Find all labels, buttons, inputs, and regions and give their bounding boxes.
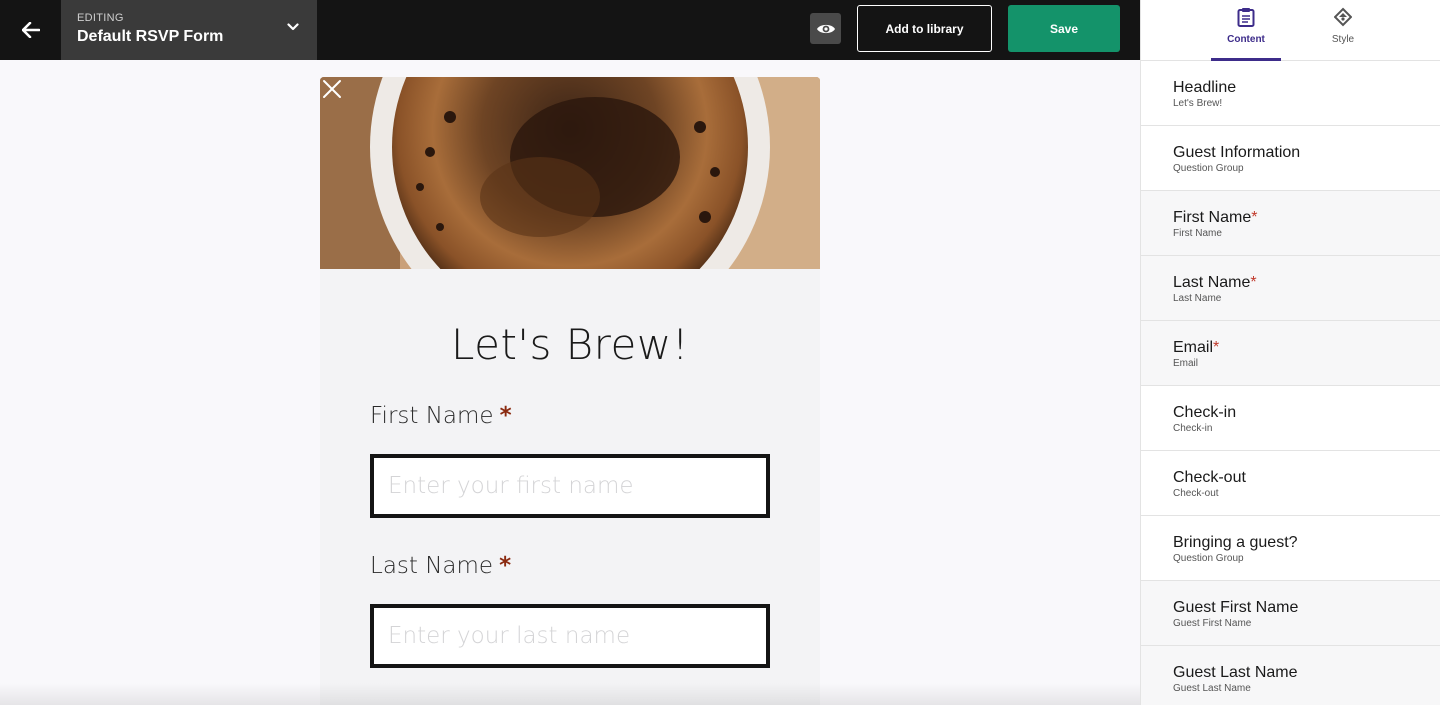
item-title-text: Email xyxy=(1173,339,1214,356)
rsvp-form-preview: Let's Brew! First Name* Last Name* xyxy=(320,77,820,705)
panel-item-guest-last-name[interactable]: Guest Last Name Guest Last Name xyxy=(1141,646,1440,705)
last-name-label-text: Last Name xyxy=(370,553,494,579)
panel-item-first-name[interactable]: First Name* First Name xyxy=(1141,191,1440,256)
item-subtitle: Last Name xyxy=(1173,293,1222,304)
panel-item-headline[interactable]: Headline Let's Brew! xyxy=(1141,61,1440,126)
close-icon[interactable] xyxy=(320,77,344,101)
item-title: Headline xyxy=(1173,79,1236,97)
item-title: Check-out xyxy=(1173,469,1246,487)
panel-item-check-out[interactable]: Check-out Check-out xyxy=(1141,451,1440,516)
palette-icon xyxy=(1334,7,1352,27)
tab-content-label: Content xyxy=(1227,34,1265,45)
clipboard-icon xyxy=(1237,8,1255,27)
save-button[interactable]: Save xyxy=(1008,5,1120,52)
item-title: Email* xyxy=(1173,339,1219,357)
item-title-text: Guest First Name xyxy=(1173,599,1299,616)
first-name-input[interactable] xyxy=(370,454,770,518)
item-title: Guest Information xyxy=(1173,144,1300,162)
panel-item-bringing-a-guest[interactable]: Bringing a guest? Question Group xyxy=(1141,516,1440,581)
first-name-label: First Name * xyxy=(370,403,512,429)
add-to-library-button[interactable]: Add to library xyxy=(857,5,992,52)
settings-panel: Content Style Headline Let's Brew! Guest… xyxy=(1140,0,1440,705)
item-title-text: First Name xyxy=(1173,209,1252,226)
item-title-text: Bringing a guest? xyxy=(1173,534,1298,551)
required-star: * xyxy=(1250,274,1257,291)
item-subtitle: Check-in xyxy=(1173,423,1213,434)
item-title: Last Name* xyxy=(1173,274,1257,292)
item-title-text: Check-out xyxy=(1173,469,1246,486)
item-subtitle: Let's Brew! xyxy=(1173,98,1223,109)
item-title-text: Guest Information xyxy=(1173,144,1301,161)
last-name-label: Last Name * xyxy=(370,553,511,579)
form-selector-dropdown[interactable]: EDITING Default RSVP Form xyxy=(61,0,317,60)
content-item-list: Headline Let's Brew! Guest Information Q… xyxy=(1141,61,1440,705)
last-name-input[interactable] xyxy=(370,604,770,668)
panel-item-check-in[interactable]: Check-in Check-in xyxy=(1141,386,1440,451)
item-title-text: Last Name xyxy=(1173,274,1251,291)
required-star: * xyxy=(1251,209,1258,226)
eye-icon xyxy=(816,24,835,33)
item-subtitle: Guest Last Name xyxy=(1173,683,1251,694)
item-title: Bringing a guest? xyxy=(1173,534,1298,552)
required-star: * xyxy=(1213,339,1220,356)
item-subtitle: First Name xyxy=(1173,228,1222,239)
top-bar: EDITING Default RSVP Form Add to library… xyxy=(0,0,1140,60)
form-headline: Let's Brew! xyxy=(450,320,690,369)
preview-button[interactable] xyxy=(810,13,841,44)
panel-item-last-name[interactable]: Last Name* Last Name xyxy=(1141,256,1440,321)
item-title: Guest Last Name xyxy=(1173,664,1298,682)
item-subtitle: Guest First Name xyxy=(1173,618,1252,629)
panel-item-guest-information[interactable]: Guest Information Question Group xyxy=(1141,126,1440,191)
first-name-label-text: First Name xyxy=(370,403,494,429)
panel-tabs: Content Style xyxy=(1141,0,1440,61)
panel-item-email[interactable]: Email* Email xyxy=(1141,321,1440,386)
item-title: First Name* xyxy=(1173,209,1257,227)
chevron-down-icon xyxy=(287,23,299,31)
item-subtitle: Email xyxy=(1173,358,1199,369)
editor-canvas: Let's Brew! First Name* Last Name* xyxy=(0,60,1140,705)
item-subtitle: Check-out xyxy=(1173,488,1219,499)
item-title-text: Guest Last Name xyxy=(1173,664,1298,681)
back-button[interactable] xyxy=(0,0,61,60)
panel-item-guest-first-name[interactable]: Guest First Name Guest First Name xyxy=(1141,581,1440,646)
form-title: Default RSVP Form xyxy=(77,28,224,45)
arrow-left-icon xyxy=(21,22,40,38)
tab-style-label: Style xyxy=(1331,34,1355,45)
tab-content[interactable]: Content xyxy=(1211,0,1281,61)
hero-image xyxy=(320,77,820,269)
item-title-text: Check-in xyxy=(1173,404,1237,421)
required-star: * xyxy=(499,403,512,429)
item-subtitle: Question Group xyxy=(1173,163,1244,174)
item-subtitle: Question Group xyxy=(1173,553,1244,564)
editing-label: EDITING xyxy=(77,12,124,24)
item-title-text: Headline xyxy=(1173,79,1237,96)
item-title: Guest First Name xyxy=(1173,599,1298,617)
item-title: Check-in xyxy=(1173,404,1236,422)
required-star: * xyxy=(499,553,512,579)
coffee-cup-image xyxy=(320,77,820,269)
tab-style[interactable]: Style xyxy=(1308,0,1378,60)
